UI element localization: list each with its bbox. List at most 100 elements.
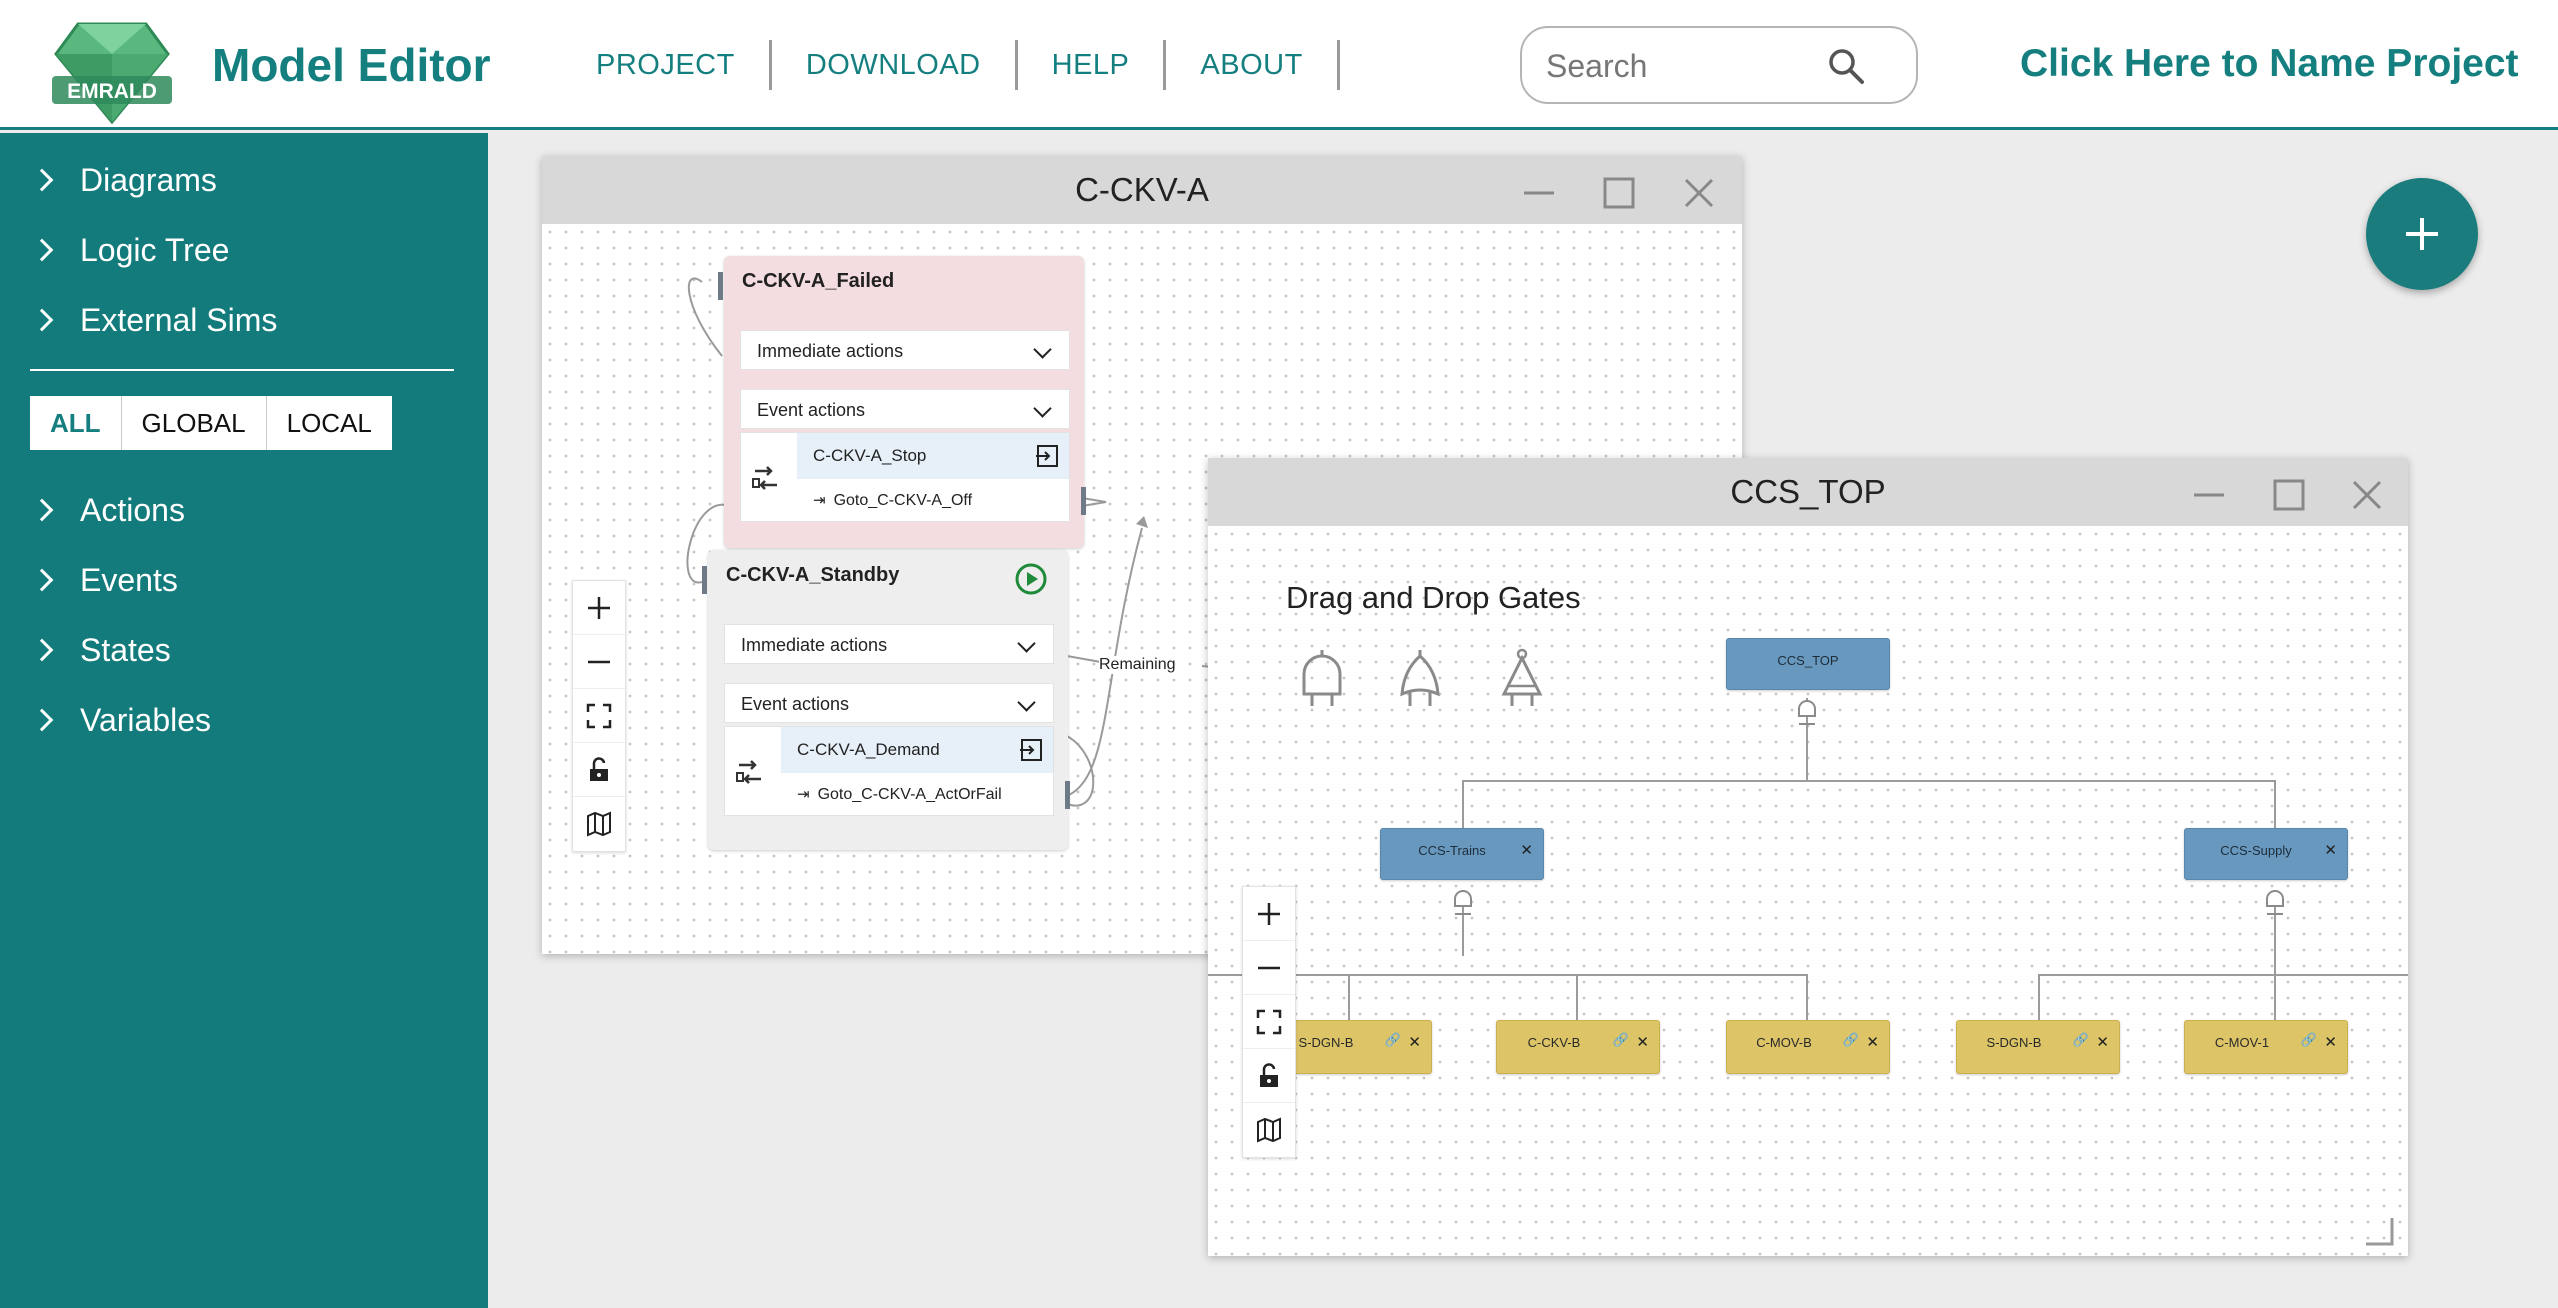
exit-icon[interactable] [1035, 444, 1059, 468]
minimap-button[interactable] [573, 797, 625, 851]
tab-all[interactable]: ALL [30, 396, 122, 450]
lock-button[interactable] [573, 743, 625, 797]
state-node-standby[interactable]: C-CKV-A_Standby Immediate actions Event … [702, 550, 1070, 850]
gate-label: CCS-Supply [2220, 843, 2292, 858]
event-action[interactable]: ⇥ Goto_C-CKV-A_Off [797, 479, 1069, 523]
remove-icon[interactable]: ✕ [1636, 1033, 1649, 1051]
fit-view-button[interactable] [1243, 995, 1295, 1049]
remove-icon[interactable]: ✕ [1408, 1033, 1421, 1051]
not-gate-icon[interactable] [1498, 648, 1546, 708]
sidebar-item-logic-tree[interactable]: Logic Tree [30, 225, 229, 275]
zoom-in-button[interactable] [1243, 887, 1295, 941]
sidebar-item-diagrams[interactable]: Diagrams [30, 155, 217, 205]
goto-icon: ⇥ [797, 786, 810, 803]
sidebar-item-states[interactable]: States [30, 625, 171, 675]
or-gate-icon[interactable] [1396, 648, 1444, 708]
remove-icon[interactable]: ✕ [2324, 841, 2337, 859]
event-name[interactable]: C-CKV-A_Demand [781, 727, 1053, 773]
state-in-port[interactable] [718, 272, 723, 300]
remove-icon[interactable]: ✕ [2324, 1033, 2337, 1051]
event-leaf-node[interactable]: C-MOV-1 🔗 ✕ [2184, 1020, 2348, 1074]
search-icon[interactable] [1826, 46, 1866, 86]
remove-icon[interactable]: ✕ [1520, 841, 1533, 859]
window-titlebar[interactable]: C-CKV-A [542, 156, 1742, 224]
nav-help[interactable]: HELP [1018, 40, 1167, 90]
tree-connector [1462, 780, 2276, 782]
minimize-icon[interactable] [2192, 478, 2226, 512]
sidebar-item-label: Actions [80, 491, 185, 528]
zoom-out-button[interactable] [1243, 941, 1295, 995]
event-leaf-node[interactable]: C-CKV-B 🔗 ✕ [1496, 1020, 1660, 1074]
sidebar-item-events[interactable]: Events [30, 555, 178, 605]
state-node-failed[interactable]: C-CKV-A_Failed Immediate actions Event a… [718, 256, 1086, 548]
event-name-label: C-CKV-A_Demand [797, 740, 940, 759]
gate-label: CCS-Trains [1418, 843, 1486, 858]
chevron-down-icon [1033, 399, 1052, 418]
swap-icon[interactable] [733, 755, 767, 789]
event-leaf-node[interactable]: C-MOV-B 🔗 ✕ [1726, 1020, 1890, 1074]
logic-tree-canvas[interactable] [1208, 526, 2408, 1256]
minimap-button[interactable] [1243, 1103, 1295, 1157]
tree-connector [1208, 974, 1808, 976]
action-out-port[interactable] [1065, 781, 1070, 809]
link-icon[interactable]: 🔗 [1843, 1032, 1859, 1048]
event-actions-dropdown[interactable]: Event actions [724, 683, 1054, 723]
gate-node[interactable]: CCS-Supply ✕ [2184, 828, 2348, 880]
search-input[interactable] [1546, 42, 1836, 90]
leaf-label: C-CKV-B [1527, 1035, 1581, 1050]
tab-local[interactable]: LOCAL [266, 396, 392, 450]
emrald-logo[interactable]: EMRALD [48, 14, 176, 124]
nav-project[interactable]: PROJECT [580, 40, 772, 90]
and-gate-icon[interactable] [1298, 648, 1346, 708]
gate-node[interactable]: CCS-Trains ✕ [1380, 828, 1544, 880]
state-in-port[interactable] [702, 566, 707, 594]
app-title: Model Editor [212, 39, 491, 91]
event-item: C-CKV-A_Stop ⇥ Goto_C-CKV-A_Off [740, 432, 1086, 523]
add-button[interactable] [2366, 178, 2478, 290]
swap-icon[interactable] [749, 461, 783, 495]
minus-icon [588, 660, 610, 663]
fit-view-button[interactable] [573, 689, 625, 743]
project-name-link[interactable]: Click Here to Name Project [2020, 42, 2519, 86]
event-item: C-CKV-A_Demand ⇥ Goto_C-CKV-A_ActOrFail [724, 726, 1070, 817]
window-titlebar[interactable]: CCS_TOP [1208, 458, 2408, 526]
link-icon[interactable]: 🔗 [1613, 1032, 1629, 1048]
close-icon[interactable] [2350, 478, 2384, 512]
immediate-actions-dropdown[interactable]: Immediate actions [740, 330, 1070, 370]
close-icon[interactable] [1682, 176, 1716, 210]
remove-icon[interactable]: ✕ [1866, 1033, 1879, 1051]
event-name[interactable]: C-CKV-A_Stop [797, 433, 1069, 479]
remove-icon[interactable]: ✕ [2096, 1033, 2109, 1051]
play-icon[interactable] [1014, 562, 1048, 596]
link-icon[interactable]: 🔗 [2301, 1032, 2317, 1048]
fit-view-icon [1256, 1009, 1282, 1034]
sidebar-item-variables[interactable]: Variables [30, 695, 212, 745]
minimize-icon[interactable] [1522, 176, 1556, 210]
event-actions-dropdown[interactable]: Event actions [740, 389, 1070, 429]
lock-button[interactable] [1243, 1049, 1295, 1103]
nav-download[interactable]: DOWNLOAD [772, 40, 1018, 90]
plus-icon [2420, 218, 2424, 250]
maximize-icon[interactable] [2272, 478, 2306, 512]
chevron-right-icon [30, 498, 54, 522]
edge-label: Remaining [1099, 656, 1176, 674]
link-icon[interactable]: 🔗 [2073, 1032, 2089, 1048]
exit-icon[interactable] [1019, 738, 1043, 762]
nav-about[interactable]: ABOUT [1166, 40, 1340, 90]
zoom-out-button[interactable] [573, 635, 625, 689]
gate-node-top[interactable]: CCS_TOP [1726, 638, 1890, 690]
chevron-down-icon [1033, 340, 1052, 359]
event-leaf-node[interactable]: S-DGN-B 🔗 ✕ [1956, 1020, 2120, 1074]
tab-global[interactable]: GLOBAL [121, 396, 267, 450]
sidebar-item-label: Variables [80, 701, 212, 738]
maximize-icon[interactable] [1602, 176, 1636, 210]
event-action[interactable]: ⇥ Goto_C-CKV-A_ActOrFail [781, 773, 1053, 817]
zoom-in-button[interactable] [573, 581, 625, 635]
sidebar: Diagrams Logic Tree External Sims ALL GL… [0, 133, 488, 1308]
link-icon[interactable]: 🔗 [1385, 1032, 1401, 1048]
action-out-port[interactable] [1081, 487, 1086, 515]
resize-handle-icon[interactable] [2364, 1216, 2394, 1246]
sidebar-item-external-sims[interactable]: External Sims [30, 295, 277, 345]
sidebar-item-actions[interactable]: Actions [30, 485, 185, 535]
immediate-actions-dropdown[interactable]: Immediate actions [724, 624, 1054, 664]
